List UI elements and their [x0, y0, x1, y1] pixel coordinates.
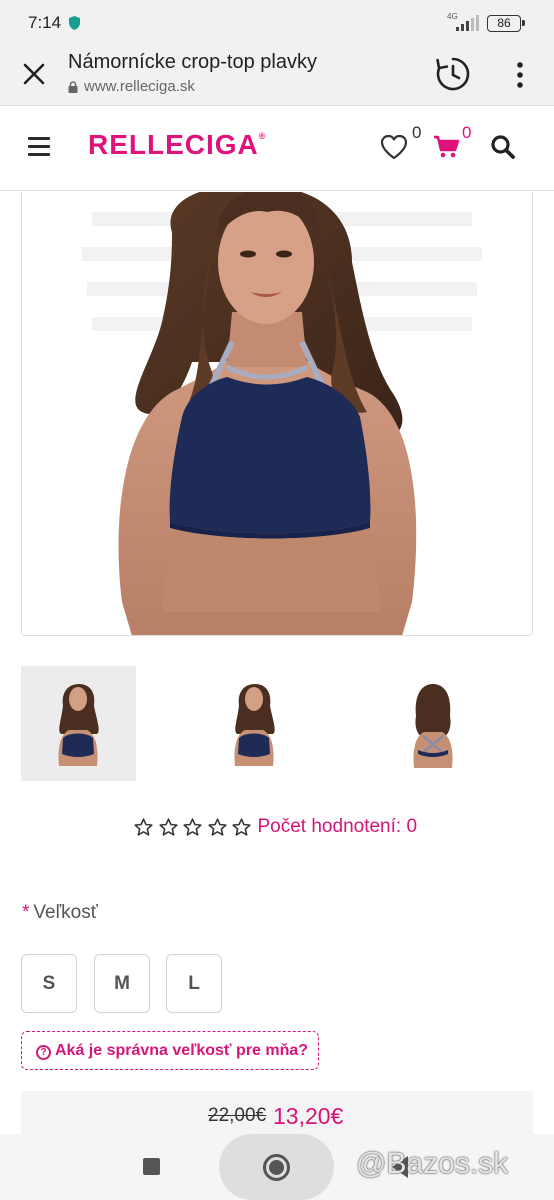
- size-guide-button[interactable]: ? Aká je správna veľkosť pre mňa?: [21, 1031, 319, 1070]
- wishlist-count: 0: [412, 123, 422, 142]
- watermark: @Bazos.sk: [356, 1147, 509, 1180]
- star-outline-icon[interactable]: [158, 817, 179, 838]
- star-outline-icon[interactable]: [182, 817, 203, 838]
- site-header: RELLECIGA® 0 0: [0, 107, 554, 191]
- more-vert-icon[interactable]: [512, 60, 528, 90]
- status-time: 7:14: [28, 13, 62, 32]
- new-price: 13,20€: [273, 1103, 344, 1129]
- page-url: www.relleciga.sk: [84, 78, 195, 95]
- status-bar: 7:14 4G 86: [0, 0, 554, 46]
- star-outline-icon[interactable]: [231, 817, 252, 838]
- size-option-s[interactable]: S: [21, 954, 77, 1013]
- hamburger-icon[interactable]: [28, 137, 50, 157]
- price-box: 22,00€ 13,20€: [21, 1091, 533, 1135]
- lock-icon: [68, 81, 78, 93]
- size-label-text: Veľkosť: [33, 902, 98, 923]
- home-button[interactable]: [219, 1134, 334, 1200]
- question-circle-icon: ?: [36, 1045, 51, 1060]
- logo-mark: ®: [258, 131, 267, 141]
- rating-count-link[interactable]: Počet hodnotení: 0: [258, 816, 418, 838]
- size-option-m[interactable]: M: [94, 954, 150, 1013]
- thumbnail-photo: [197, 666, 312, 781]
- home-dot-icon: [269, 1160, 284, 1175]
- battery-indicator: 86: [487, 15, 525, 32]
- thumbnail-photo: [21, 666, 136, 781]
- logo-text: RELLECIGA: [88, 129, 259, 160]
- close-icon[interactable]: [20, 60, 48, 88]
- required-mark: *: [22, 902, 30, 923]
- size-guide-label: Aká je správna veľkosť pre mňa?: [55, 1042, 309, 1059]
- page-title: Námornícke crop-top plavky: [68, 51, 317, 73]
- star-outline-icon[interactable]: [133, 817, 154, 838]
- model-photo: [22, 192, 532, 635]
- shield-icon: [69, 16, 80, 30]
- signal-icon: [456, 15, 479, 31]
- heart-icon[interactable]: [380, 134, 408, 160]
- size-option-l[interactable]: L: [166, 954, 222, 1013]
- size-label: * Veľkosť: [22, 902, 98, 924]
- thumbnail-3[interactable]: [376, 666, 491, 781]
- history-icon[interactable]: [434, 55, 472, 93]
- recent-apps-icon[interactable]: [143, 1158, 160, 1175]
- product-main-image[interactable]: [21, 192, 533, 636]
- site-logo[interactable]: RELLECIGA®: [88, 129, 266, 161]
- rating-widget[interactable]: Počet hodnotení: 0: [133, 812, 417, 842]
- old-price: 22,00€: [208, 1105, 267, 1126]
- cart-icon[interactable]: [434, 135, 460, 159]
- star-outline-icon[interactable]: [207, 817, 228, 838]
- search-icon[interactable]: [490, 134, 516, 160]
- thumbnail-1[interactable]: [21, 666, 136, 781]
- thumbnail-photo: [376, 666, 491, 781]
- browser-toolbar: Námornícke crop-top plavky www.relleciga…: [0, 46, 554, 106]
- cart-count: 0: [462, 123, 472, 142]
- thumbnail-2[interactable]: [197, 666, 312, 781]
